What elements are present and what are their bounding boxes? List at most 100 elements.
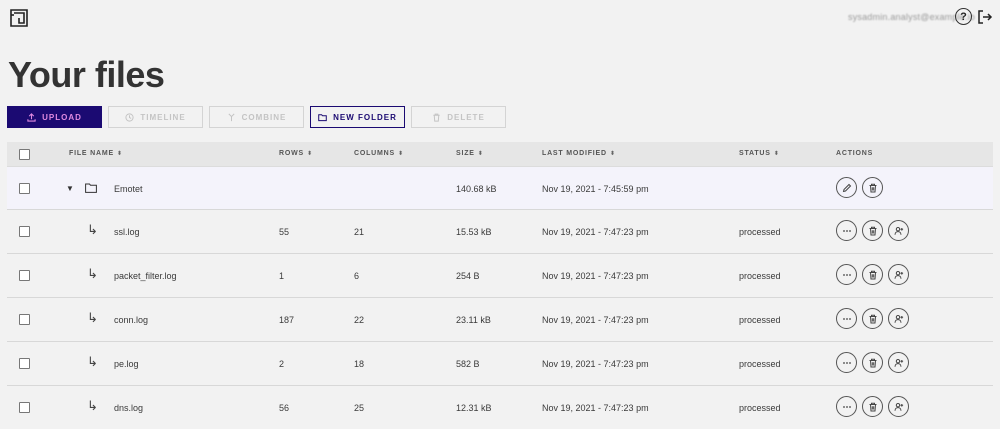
file-size: 12.31 kB: [456, 403, 492, 413]
caret-down-icon[interactable]: ▼: [66, 184, 74, 193]
logout-icon[interactable]: [977, 9, 993, 25]
share-button[interactable]: [888, 264, 909, 285]
timeline-button[interactable]: TIMELINE: [108, 106, 203, 128]
share-button[interactable]: [888, 308, 909, 329]
trash-icon: [869, 270, 876, 279]
row-checkbox[interactable]: [19, 402, 30, 413]
column-header-last-modified[interactable]: LAST MODIFIED ⬍: [542, 150, 616, 157]
folder-modified: Nov 19, 2021 - 7:45:59 pm: [542, 184, 649, 194]
file-name[interactable]: dns.log: [114, 403, 143, 413]
column-header-status[interactable]: STATUS ⬍: [739, 150, 780, 157]
more-options-button[interactable]: [836, 352, 857, 373]
row-checkbox[interactable]: [19, 358, 30, 369]
more-options-button[interactable]: [836, 264, 857, 285]
column-header-size[interactable]: SIZE ⬍: [456, 150, 484, 157]
sort-icon: ⬍: [398, 150, 404, 157]
table-row-ssl-log[interactable]: ↳ ssl.log 55 21 15.53 kB Nov 19, 2021 - …: [7, 210, 993, 254]
table-row-pe-log[interactable]: ↳ pe.log 2 18 582 B Nov 19, 2021 - 7:47:…: [7, 342, 993, 386]
column-header-columns[interactable]: COLUMNS ⬍: [354, 150, 404, 157]
file-modified: Nov 19, 2021 - 7:47:23 pm: [542, 227, 649, 237]
more-options-button[interactable]: [836, 308, 857, 329]
delete-row-button[interactable]: [862, 396, 883, 417]
file-status: processed: [739, 227, 781, 237]
child-arrow-icon: ↳: [87, 354, 98, 369]
child-arrow-icon: ↳: [87, 398, 98, 413]
pencil-icon: [842, 183, 851, 192]
folder-icon: [85, 183, 97, 193]
help-button[interactable]: ?: [955, 8, 972, 25]
column-header-rows[interactable]: ROWS ⬍: [279, 150, 313, 157]
child-arrow-icon: ↳: [87, 266, 98, 281]
file-rows-count: 1: [279, 271, 285, 281]
upload-icon: [27, 112, 36, 122]
delete-row-button[interactable]: [862, 308, 883, 329]
column-header-actions: ACTIONS: [836, 150, 874, 157]
app-logo-icon[interactable]: [10, 9, 28, 27]
table-row-packet-filter-log[interactable]: ↳ packet_filter.log 1 6 254 B Nov 19, 20…: [7, 254, 993, 298]
trash-icon: [869, 183, 876, 192]
table-row-folder[interactable]: ▼ Emotet 140.68 kB Nov 19, 2021 - 7:45:5…: [7, 167, 993, 210]
file-columns-count: 6: [354, 271, 360, 281]
delete-row-button[interactable]: [862, 264, 883, 285]
table-row-dns-log[interactable]: ↳ dns.log 56 25 12.31 kB Nov 19, 2021 - …: [7, 386, 993, 429]
row-checkbox[interactable]: [19, 183, 30, 194]
more-icon: [842, 229, 851, 232]
trash-icon: [433, 113, 440, 122]
row-checkbox[interactable]: [19, 314, 30, 325]
combine-label: COMBINE: [241, 112, 287, 122]
edit-button[interactable]: [836, 177, 857, 198]
trash-icon: [869, 402, 876, 411]
column-header-file-name[interactable]: FILE NAME ⬍: [69, 150, 123, 157]
files-table: FILE NAME ⬍ ROWS ⬍ COLUMNS ⬍ SIZE ⬍ LAST MOD…: [7, 142, 993, 429]
more-options-button[interactable]: [836, 220, 857, 241]
share-user-icon: [894, 402, 903, 411]
share-user-icon: [894, 226, 903, 235]
delete-label: DELETE: [447, 112, 485, 122]
share-button[interactable]: [888, 396, 909, 417]
file-rows-count: 187: [279, 315, 295, 325]
file-size: 23.11 kB: [456, 315, 491, 325]
delete-row-button[interactable]: [862, 352, 883, 373]
upload-label: UPLOAD: [42, 112, 82, 122]
share-button[interactable]: [888, 352, 909, 373]
file-rows-count: 55: [279, 227, 290, 237]
more-icon: [842, 361, 851, 364]
file-columns-count: 25: [354, 403, 365, 413]
more-icon: [842, 317, 851, 320]
file-size: 254 B: [456, 271, 480, 281]
new-folder-button[interactable]: NEW FOLDER: [310, 106, 405, 128]
folder-size: 140.68 kB: [456, 184, 497, 194]
file-name[interactable]: packet_filter.log: [114, 271, 177, 281]
folder-name[interactable]: Emotet: [114, 184, 143, 194]
table-header: FILE NAME ⬍ ROWS ⬍ COLUMNS ⬍ SIZE ⬍ LAST MOD…: [7, 142, 993, 167]
upload-button[interactable]: UPLOAD: [7, 106, 102, 128]
sort-icon: ⬍: [477, 150, 484, 157]
combine-button[interactable]: COMBINE: [209, 106, 304, 128]
combine-icon: [228, 113, 235, 121]
share-button[interactable]: [888, 220, 909, 241]
file-name[interactable]: ssl.log: [114, 227, 140, 237]
file-name[interactable]: conn.log: [114, 315, 148, 325]
sort-icon: ⬍: [116, 150, 123, 157]
table-row-conn-log[interactable]: ↳ conn.log 187 22 23.11 kB Nov 19, 2021 …: [7, 298, 993, 342]
file-rows-count: 56: [279, 403, 290, 413]
row-checkbox[interactable]: [19, 270, 30, 281]
file-modified: Nov 19, 2021 - 7:47:23 pm: [542, 359, 649, 369]
delete-button[interactable]: DELETE: [411, 106, 506, 128]
file-rows-count: 2: [279, 359, 285, 369]
more-options-button[interactable]: [836, 396, 857, 417]
child-arrow-icon: ↳: [87, 310, 98, 325]
more-icon: [842, 273, 851, 276]
row-checkbox[interactable]: [19, 226, 30, 237]
file-rows: ↳ ssl.log 55 21 15.53 kB Nov 19, 2021 - …: [7, 210, 993, 429]
file-status: processed: [739, 359, 781, 369]
new-folder-label: NEW FOLDER: [333, 112, 397, 122]
file-name[interactable]: pe.log: [114, 359, 139, 369]
delete-row-button[interactable]: [862, 177, 883, 198]
child-arrow-icon: ↳: [87, 222, 98, 237]
select-all-checkbox[interactable]: [19, 149, 30, 160]
file-modified: Nov 19, 2021 - 7:47:23 pm: [542, 403, 649, 413]
more-icon: [842, 405, 851, 408]
share-user-icon: [894, 358, 903, 367]
delete-row-button[interactable]: [862, 220, 883, 241]
